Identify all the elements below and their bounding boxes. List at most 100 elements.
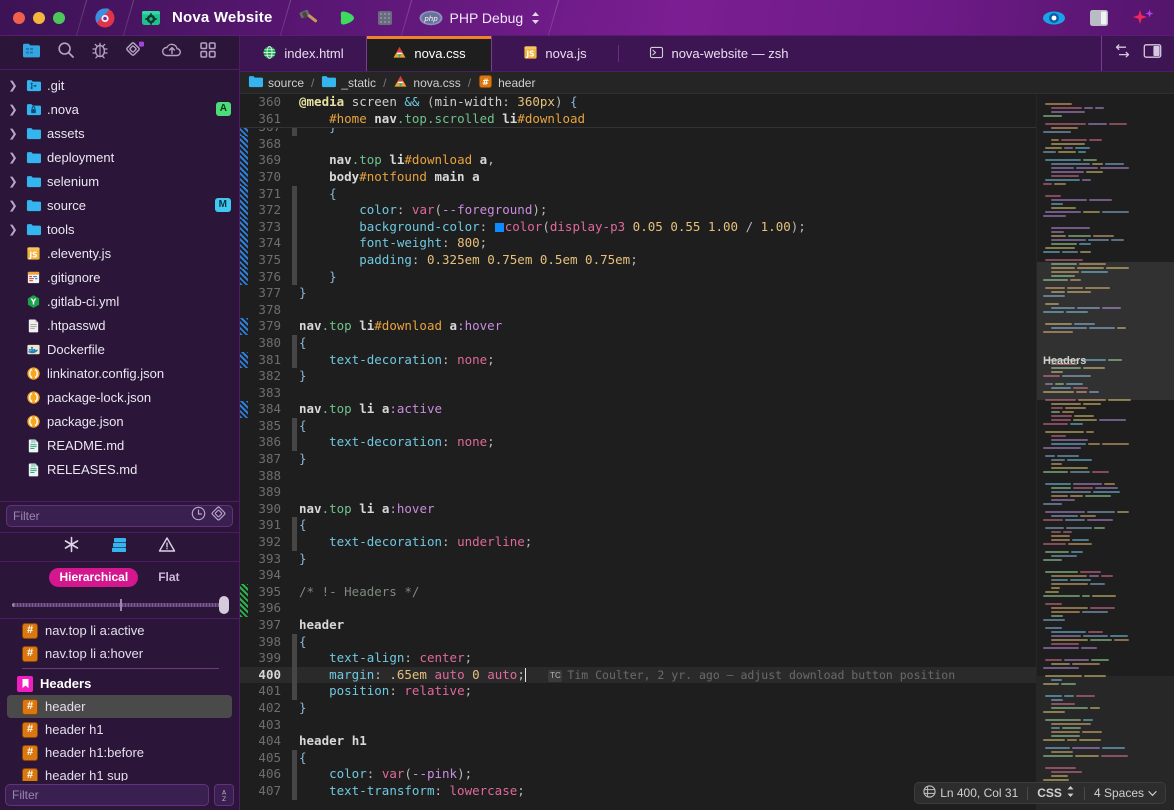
sort-az-icon[interactable]: A Z: [214, 784, 234, 806]
file-tree-row[interactable]: ❯ assets: [0, 121, 239, 145]
fold-indicator[interactable]: [290, 733, 299, 750]
chevron-updown-icon[interactable]: [530, 10, 541, 26]
minimize-window-button[interactable]: [33, 11, 45, 24]
symbols-mode-flat[interactable]: Flat: [148, 568, 189, 587]
symbols-mode-segment[interactable]: Hierarchical Flat: [0, 562, 239, 592]
file-tree-row[interactable]: ❯package.json: [0, 409, 239, 433]
code-line[interactable]: 377}: [240, 285, 1036, 302]
fold-indicator[interactable]: [290, 749, 299, 767]
file-tree-row[interactable]: ❯ deployment: [0, 145, 239, 169]
fold-indicator[interactable]: [290, 268, 299, 286]
fold-indicator[interactable]: [290, 202, 299, 219]
window-controls[interactable]: [0, 11, 65, 24]
editor-tab[interactable]: nova.css: [366, 36, 492, 71]
fold-indicator[interactable]: [290, 534, 299, 551]
code-line[interactable]: 375 padding: 0.325em 0.75em 0.5em 0.75em…: [240, 251, 1036, 269]
run-play-icon[interactable]: [338, 8, 358, 28]
ai-sparkle-icon[interactable]: [1132, 8, 1156, 28]
fold-indicator[interactable]: [290, 501, 299, 518]
git-source-control-icon[interactable]: [125, 41, 145, 64]
code-line-current[interactable]: 400 margin: .65em auto 0 auto; TC Tim Cou…: [240, 666, 1036, 684]
code-line[interactable]: 379 nav.top li#download a:hover: [240, 318, 1036, 335]
fold-indicator[interactable]: [290, 235, 299, 252]
editor-tab[interactable]: index.html: [240, 36, 366, 71]
symbol-list-item[interactable]: # header h1:before: [0, 741, 239, 764]
stop-icon[interactable]: [376, 9, 394, 27]
file-tree-row[interactable]: ❯.gitignore: [0, 265, 239, 289]
panel-toggle-icon[interactable]: [1088, 8, 1110, 28]
right-toolbar-group[interactable]: [1030, 0, 1174, 36]
code-line[interactable]: 378: [240, 302, 1036, 319]
symbols-star-icon[interactable]: [63, 536, 80, 558]
disclosure-triangle-icon[interactable]: ❯: [6, 151, 20, 164]
fold-indicator[interactable]: [290, 334, 299, 352]
fold-indicator[interactable]: [290, 434, 299, 451]
code-line[interactable]: 383: [240, 385, 1036, 402]
code-line[interactable]: 392 text-decoration: underline;: [240, 534, 1036, 551]
code-line[interactable]: 402}: [240, 700, 1036, 717]
fold-indicator[interactable]: [290, 717, 299, 734]
symbol-list-item[interactable]: # header: [7, 695, 232, 718]
fold-indicator[interactable]: [290, 600, 299, 617]
fold-indicator[interactable]: [290, 766, 299, 783]
fold-indicator[interactable]: [290, 318, 299, 335]
fold-indicator[interactable]: [290, 700, 299, 717]
tab-bar-tools[interactable]: [1102, 36, 1174, 71]
symbols-depth-slider-knob[interactable]: [219, 596, 229, 614]
code-line[interactable]: 384 nav.top li a:active: [240, 401, 1036, 418]
code-line[interactable]: 386 text-decoration: none;: [240, 434, 1036, 451]
fold-indicator[interactable]: [290, 782, 299, 800]
file-tree-row[interactable]: ❯.htpasswd: [0, 313, 239, 337]
symbol-list-item[interactable]: # header h1: [0, 718, 239, 741]
file-tree-row[interactable]: ❯linkinator.config.json: [0, 361, 239, 385]
symbol-list-item[interactable]: # nav.top li a:active: [0, 619, 239, 642]
fold-indicator[interactable]: [290, 302, 299, 319]
extensions-grid-icon[interactable]: [199, 41, 217, 64]
files-icon[interactable]: [22, 42, 41, 64]
symbols-mode-hierarchical[interactable]: Hierarchical: [49, 567, 139, 587]
code-line[interactable]: 394: [240, 567, 1036, 584]
code-line[interactable]: 403: [240, 717, 1036, 734]
git-status-icon[interactable]: [211, 506, 226, 526]
fold-indicator[interactable]: [290, 218, 299, 236]
sticky-scroll-header[interactable]: 360 @media screen && (min-width: 360px) {…: [240, 94, 1036, 128]
chevron-updown-icon[interactable]: [1066, 785, 1075, 801]
code-line[interactable]: 368: [240, 135, 1036, 153]
fold-indicator[interactable]: [290, 683, 299, 700]
sticky-code-line[interactable]: 361 #home nav.top.scrolled li#download: [240, 110, 1036, 128]
search-icon[interactable]: [57, 41, 75, 64]
code-line[interactable]: 370 body#notfound main a: [240, 168, 1036, 186]
fold-indicator[interactable]: [290, 551, 299, 568]
code-line[interactable]: 398 {: [240, 633, 1036, 651]
code-line[interactable]: 388: [240, 468, 1036, 485]
fold-indicator[interactable]: [290, 285, 299, 302]
symbols-depth-slider[interactable]: [12, 596, 229, 614]
close-window-button[interactable]: [13, 11, 25, 24]
code-line[interactable]: 382}: [240, 368, 1036, 385]
breadcrumb-item[interactable]: # header: [478, 74, 535, 92]
tab-bar[interactable]: index.html nova.css JS nova.js nova-website …: [240, 36, 1174, 72]
language-selector[interactable]: CSS: [1037, 785, 1075, 801]
fold-indicator[interactable]: [290, 517, 299, 534]
code-line[interactable]: 389: [240, 484, 1036, 501]
fold-indicator[interactable]: [290, 136, 299, 153]
code-line[interactable]: 376 }: [240, 268, 1036, 286]
code-editor[interactable]: 365 z-index: unset;366 visibility: visib…: [240, 94, 1036, 810]
editor-tab[interactable]: JS nova.js: [492, 36, 618, 71]
code-line[interactable]: 387}: [240, 451, 1036, 468]
fold-indicator[interactable]: [290, 633, 299, 651]
fold-indicator[interactable]: [290, 401, 299, 418]
code-line[interactable]: 397 header: [240, 617, 1036, 634]
fold-indicator[interactable]: [290, 169, 299, 186]
file-tree-row[interactable]: ❯ source M: [0, 193, 239, 217]
code-line[interactable]: 373 background-color: color(display-p3 0…: [240, 218, 1036, 236]
symbol-filter-input[interactable]: Filter: [5, 784, 209, 806]
code-line[interactable]: 401 position: relative;: [240, 683, 1036, 700]
fold-indicator[interactable]: [290, 650, 299, 667]
fold-indicator[interactable]: [290, 185, 299, 203]
disclosure-triangle-icon[interactable]: ❯: [6, 127, 20, 140]
code-line[interactable]: 405 {: [240, 749, 1036, 767]
fold-indicator[interactable]: [290, 152, 299, 169]
file-tree[interactable]: ❯ .git ❯ .nova A ❯ assets ❯ deployment ❯ selenium ❯…: [0, 70, 239, 501]
eye-preview-icon[interactable]: [1042, 10, 1066, 26]
